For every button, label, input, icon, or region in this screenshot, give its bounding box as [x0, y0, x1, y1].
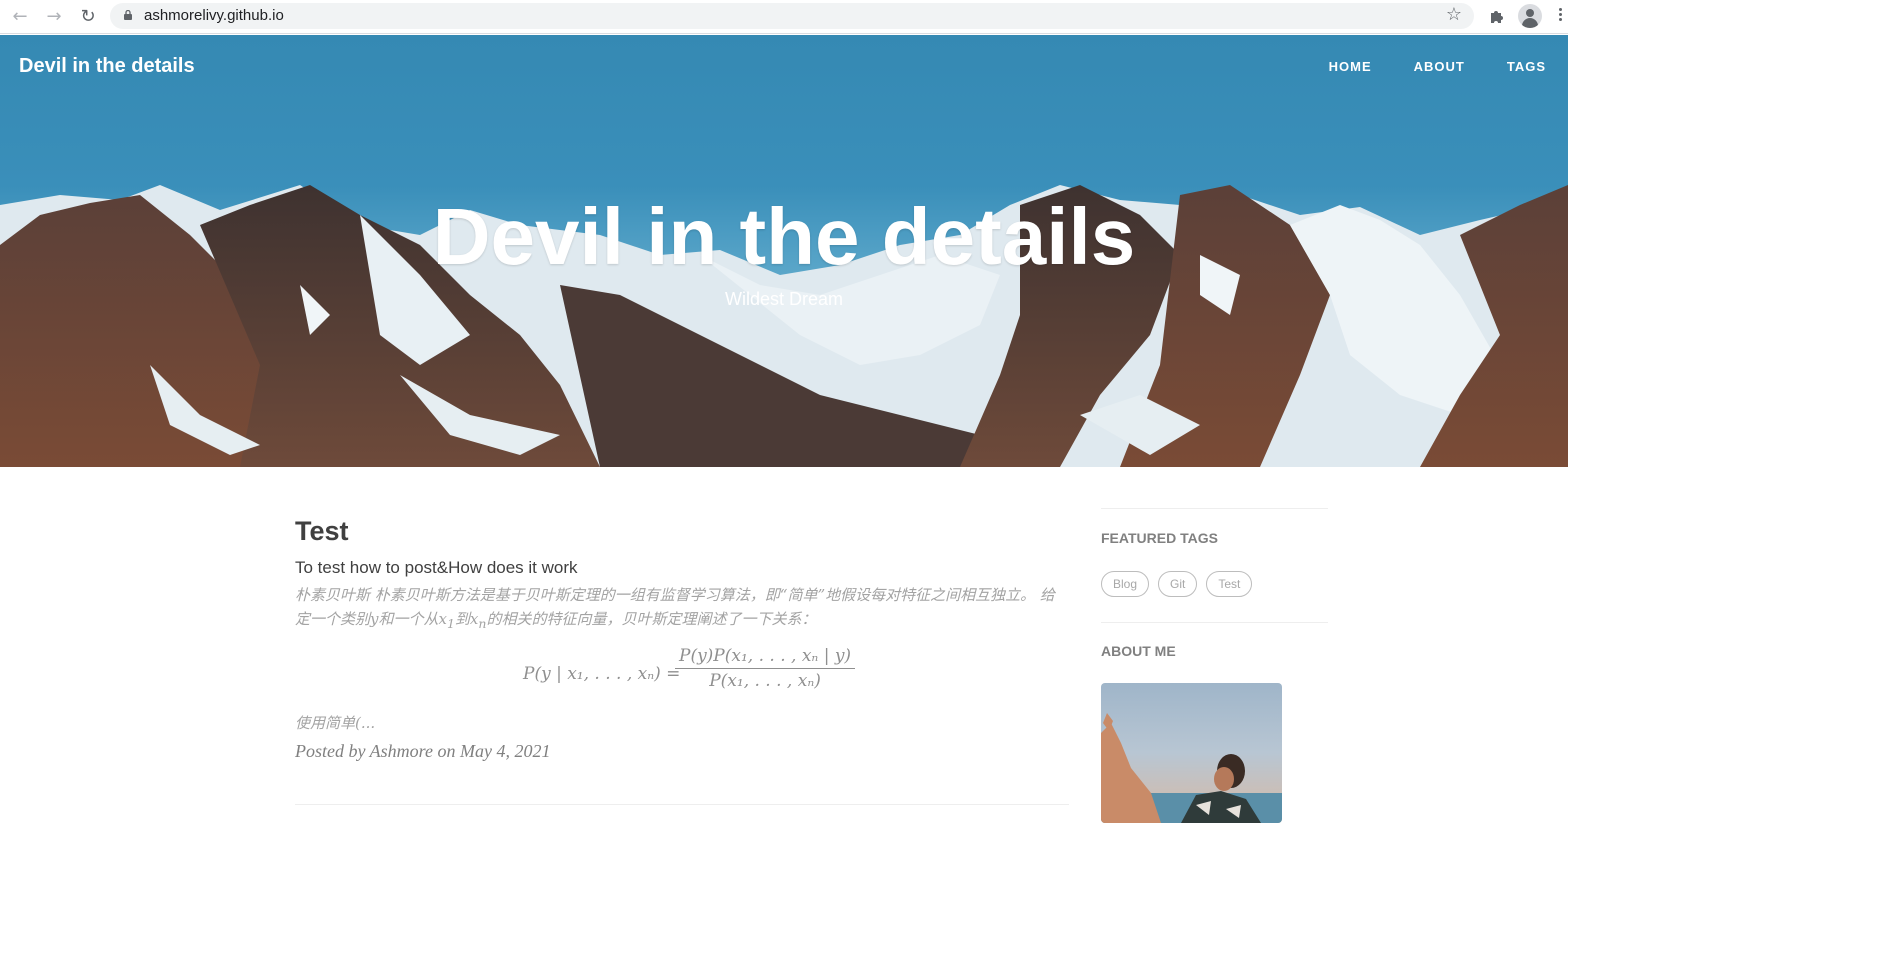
- extensions-puzzle-icon[interactable]: [1487, 6, 1507, 26]
- nav-tags-link[interactable]: TAGS: [1507, 59, 1546, 74]
- formula-fraction: P(y)P(x₁, . . . , xₙ | y) P(x₁, . . . , …: [675, 646, 856, 691]
- post-excerpt[interactable]: 朴素贝叶斯 朴素贝叶斯方法是基于贝叶斯定理的一组有监督学习算法，即“简单”地假设…: [295, 583, 1069, 636]
- excerpt-math-x1: x1: [438, 610, 455, 631]
- fraction-bar: [675, 668, 856, 669]
- nav-home-link[interactable]: HOME: [1329, 59, 1372, 74]
- excerpt-text-2: 的相关的特征向量，贝叶斯定理阐述了一下关系：: [486, 610, 817, 628]
- excerpt-text-to: 到: [454, 610, 470, 628]
- site-brand-link[interactable]: Devil in the details: [19, 55, 195, 78]
- bookmark-star-icon[interactable]: ☆: [1444, 5, 1464, 25]
- about-me-heading: ABOUT ME: [1101, 643, 1176, 659]
- lock-icon[interactable]: [124, 10, 132, 20]
- post-subtitle[interactable]: To test how to post&How does it work: [295, 558, 1069, 578]
- excerpt-math-xn: xn: [469, 610, 487, 631]
- browser-toolbar: ← → ↻ ashmorelivy.github.io ☆: [0, 0, 1568, 34]
- bayes-formula: P(y | x₁, . . . , xₙ) = P(y)P(x₁, . . . …: [295, 646, 1069, 706]
- about-me-photo: [1101, 683, 1282, 823]
- post-title[interactable]: Test: [295, 516, 1069, 547]
- post-preview[interactable]: Test To test how to post&How does it wor…: [295, 516, 1069, 762]
- reload-icon[interactable]: ↻: [76, 5, 100, 29]
- tag-git[interactable]: Git: [1158, 571, 1198, 597]
- address-bar[interactable]: ashmorelivy.github.io ☆: [110, 3, 1474, 29]
- post-divider: [295, 804, 1069, 805]
- sidebar-divider: [1101, 508, 1328, 509]
- tag-blog[interactable]: Blog: [1101, 571, 1150, 597]
- sidebar: FEATURED TAGS Blog Git Test ABOUT ME: [1101, 508, 1328, 823]
- featured-tags-list: Blog Git Test: [1101, 571, 1328, 599]
- forward-arrow-icon[interactable]: →: [42, 5, 66, 29]
- formula-lhs: P(y | x₁, . . . , xₙ) =: [523, 664, 681, 684]
- post-meta: Posted by Ashmore on May 4, 2021: [295, 741, 551, 761]
- sidebar-divider: [1101, 622, 1328, 623]
- formula-numerator: P(y)P(x₁, . . . , xₙ | y): [679, 646, 852, 666]
- kebab-menu-icon[interactable]: [1556, 6, 1564, 26]
- post-read-more[interactable]: 使用简单(...: [295, 712, 1069, 733]
- hero-title: Devil in the details: [432, 192, 1136, 281]
- tag-test[interactable]: Test: [1206, 571, 1253, 597]
- back-arrow-icon[interactable]: ←: [8, 5, 32, 29]
- hero-subtitle: Wildest Dream: [724, 289, 844, 309]
- hero-header: Devil in the details HOME ABOUT TAGS Dev…: [0, 35, 1568, 467]
- featured-tags-heading: FEATURED TAGS: [1101, 530, 1218, 546]
- url-text[interactable]: ashmorelivy.github.io: [144, 7, 284, 24]
- nav-about-link[interactable]: ABOUT: [1414, 59, 1465, 74]
- profile-avatar-icon[interactable]: [1518, 4, 1542, 28]
- top-navigation: HOME ABOUT TAGS: [1287, 59, 1546, 74]
- formula-denominator: P(x₁, . . . , xₙ): [709, 671, 821, 691]
